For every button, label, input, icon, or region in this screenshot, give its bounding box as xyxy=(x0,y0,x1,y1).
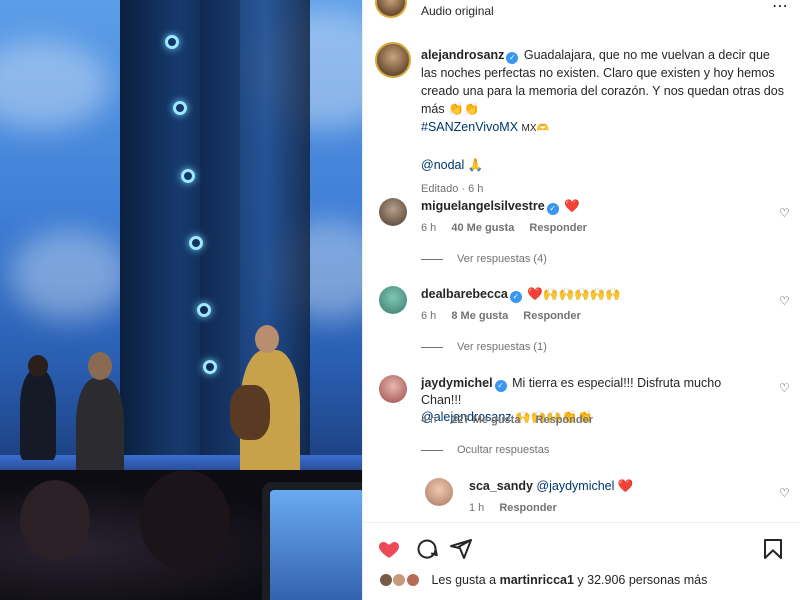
performer-head xyxy=(28,355,48,377)
comment-username[interactable]: dealbarebecca xyxy=(421,287,508,301)
fan-phone xyxy=(262,482,362,600)
comment-meta: 6 h 8 Me gusta Responder xyxy=(421,310,593,322)
liker-avatar xyxy=(392,573,407,587)
comment-text: ❤️ xyxy=(564,199,580,213)
verified-icon: ✓ xyxy=(506,52,519,64)
crowd-head xyxy=(140,470,230,570)
reply-body: sca_sandy @jaydymichel ❤️ xyxy=(469,478,800,495)
likes-user[interactable]: martinricca1 xyxy=(500,573,574,587)
comment-avatar[interactable] xyxy=(379,286,407,314)
verified-icon: ✓ xyxy=(546,203,559,215)
view-replies-label[interactable]: Ver respuestas (1) xyxy=(457,341,547,353)
comment-likes[interactable]: 8 Me gusta xyxy=(451,310,508,322)
sky-cloud xyxy=(10,230,130,320)
performer-head xyxy=(88,352,112,380)
likes-suffix[interactable]: y 32.906 personas más xyxy=(577,573,707,587)
view-replies[interactable]: Ver respuestas (1) xyxy=(421,341,547,353)
likes-prefix: Les gusta a xyxy=(431,573,497,587)
caption-meta: Editado · 6 h xyxy=(421,183,484,195)
heart-outline-icon[interactable]: ♡ xyxy=(779,381,791,395)
reply-avatar[interactable] xyxy=(425,478,453,506)
share-icon[interactable] xyxy=(449,537,473,561)
verified-icon: ✓ xyxy=(509,291,522,303)
comment-time[interactable]: 4 h xyxy=(421,414,436,426)
guitar xyxy=(230,385,270,440)
hide-replies[interactable]: Ocultar respuestas xyxy=(421,444,549,456)
reply-mention[interactable]: @jaydymichel xyxy=(536,479,614,493)
comment-text: ❤️🙌🙌🙌🙌🙌 xyxy=(527,287,621,301)
view-replies-label[interactable]: Ver respuestas (4) xyxy=(457,253,547,265)
sky-cloud xyxy=(0,40,110,130)
view-replies[interactable]: Ver respuestas (4) xyxy=(421,253,547,265)
post-header: Audio original ⋯ xyxy=(363,0,800,22)
comment-body: dealbarebecca ✓ ❤️🙌🙌🙌🙌🙌 xyxy=(421,286,761,303)
heart-outline-icon[interactable]: ♡ xyxy=(779,486,791,500)
stage-light-ring xyxy=(189,236,203,250)
reply-button[interactable]: Responder xyxy=(523,310,580,322)
stage-light-ring xyxy=(197,303,211,317)
reply-button[interactable]: Responder xyxy=(499,502,556,514)
stage-light-ring xyxy=(165,35,179,49)
comment-username[interactable]: miguelangelsilvestre xyxy=(421,199,545,213)
bookmark-icon[interactable] xyxy=(761,537,785,561)
post-panel: Audio original ⋯ alejandrosanz ✓ Guadalaj… xyxy=(362,0,800,600)
more-icon[interactable]: ⋯ xyxy=(772,0,789,16)
caption-flag: MX🫶 xyxy=(521,123,549,134)
stage-light-ring xyxy=(173,101,187,115)
post-caption: alejandrosanz ✓ Guadalajara, que no me vu… xyxy=(421,46,789,198)
comment-avatar[interactable] xyxy=(379,375,407,403)
liker-avatar xyxy=(405,573,420,587)
caption-time[interactable]: 6 h xyxy=(468,183,483,195)
post-modal: Audio original ⋯ alejandrosanz ✓ Guadalaj… xyxy=(0,0,800,600)
comment-meta: 4 h 227 Me gusta Responder xyxy=(421,414,605,426)
edited-label: Editado xyxy=(421,183,459,195)
comment-likes[interactable]: 40 Me gusta xyxy=(451,222,514,234)
heart-outline-icon[interactable]: ♡ xyxy=(779,206,791,220)
caption-hashtag[interactable]: #SANZenVivoMX xyxy=(421,120,518,134)
comment-body: miguelangelsilvestre ✓ ❤️ xyxy=(421,198,761,215)
caption-mention-emoji: 🙏 xyxy=(467,158,484,172)
audio-label[interactable]: Audio original xyxy=(421,4,494,18)
reply-button[interactable]: Responder xyxy=(529,222,586,234)
reply-meta: 1 h Responder xyxy=(469,502,569,514)
verified-icon: ✓ xyxy=(494,380,507,392)
stage-light-ring xyxy=(181,169,195,183)
caption-avatar[interactable] xyxy=(375,42,411,78)
performer-head xyxy=(255,325,279,353)
stage-light-ring xyxy=(203,360,217,374)
reply-username[interactable]: sca_sandy xyxy=(469,479,533,493)
comment-meta: 6 h 40 Me gusta Responder xyxy=(421,222,599,234)
likes-summary[interactable]: Les gusta a martinricca1 y 32.906 person… xyxy=(379,573,707,587)
liker-avatar xyxy=(379,573,393,587)
action-bar: Les gusta a martinricca1 y 32.906 person… xyxy=(363,522,800,600)
comment-username[interactable]: jaydymichel xyxy=(421,376,493,390)
reply-time[interactable]: 1 h xyxy=(469,502,484,514)
caption-username[interactable]: alejandrosanz xyxy=(421,48,504,62)
crowd-hand xyxy=(20,480,90,560)
hide-replies-label[interactable]: Ocultar respuestas xyxy=(457,444,549,456)
heart-outline-icon[interactable]: ♡ xyxy=(779,294,791,308)
comment-time[interactable]: 6 h xyxy=(421,310,436,322)
author-avatar[interactable] xyxy=(375,0,407,18)
reply-button[interactable]: Responder xyxy=(536,414,593,426)
caption-mention[interactable]: @nodal xyxy=(421,158,464,172)
performer-silhouette xyxy=(20,370,56,460)
comment-avatar[interactable] xyxy=(379,198,407,226)
heart-filled-icon[interactable] xyxy=(377,537,401,561)
comment-likes[interactable]: 227 Me gusta xyxy=(451,414,520,426)
post-media[interactable] xyxy=(0,0,362,600)
comment-icon[interactable] xyxy=(415,537,439,561)
comment-time[interactable]: 6 h xyxy=(421,222,436,234)
reply-text: ❤️ xyxy=(617,479,634,493)
